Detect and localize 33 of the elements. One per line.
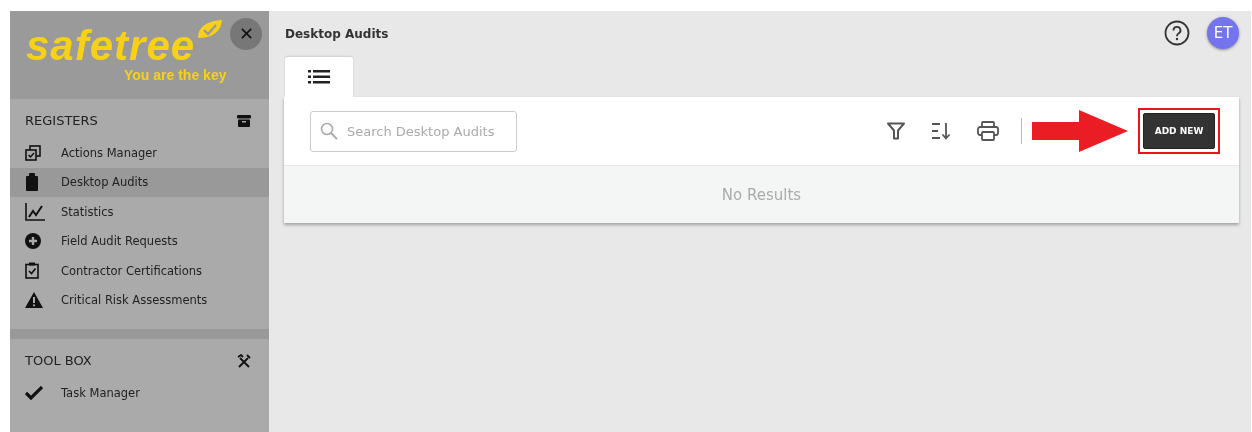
checkmark-icon (25, 385, 43, 400)
search-field[interactable]: Search Desktop Audits (310, 110, 517, 152)
copy-check-icon (25, 144, 41, 161)
list-view-tab[interactable] (285, 57, 353, 97)
close-button[interactable]: ✕ (230, 18, 262, 50)
sidebar-item[interactable]: Task Manager (10, 378, 269, 408)
logo-tagline: You are the key (124, 67, 227, 83)
add-new-button[interactable]: ADD NEW (1143, 113, 1215, 149)
help-icon[interactable] (1164, 20, 1190, 46)
line-chart-icon (25, 202, 45, 221)
sidebar-item[interactable]: Statistics (10, 197, 269, 227)
leaf-check-icon (196, 20, 222, 38)
sidebar-item[interactable]: Desktop Audits (10, 167, 269, 197)
page-title: Desktop Audits (285, 27, 389, 41)
filter-icon[interactable] (887, 122, 905, 140)
user-avatar[interactable]: ET (1207, 17, 1239, 49)
logo-wordmark: safetree (26, 25, 196, 67)
print-icon[interactable] (977, 121, 999, 141)
plus-circle-icon (25, 233, 41, 250)
sidebar-item[interactable]: Contractor Certifications (10, 256, 269, 286)
section-heading: REGISTERS (25, 113, 98, 128)
sort-icon[interactable] (931, 122, 951, 140)
list-icon (308, 70, 330, 84)
clipboard-check-icon (25, 262, 39, 280)
archive-icon (237, 114, 251, 127)
clipboard-icon (25, 173, 39, 192)
section-heading: TOOL BOX (25, 353, 92, 368)
tools-icon (237, 353, 251, 368)
empty-message: No Results (721, 185, 802, 204)
warning-icon (25, 292, 43, 309)
sidebar-item[interactable]: Critical Risk Assessments (10, 285, 269, 315)
sidebar-item[interactable]: Field Audit Requests (10, 226, 269, 256)
sidebar-item[interactable]: Actions Manager (10, 138, 269, 168)
